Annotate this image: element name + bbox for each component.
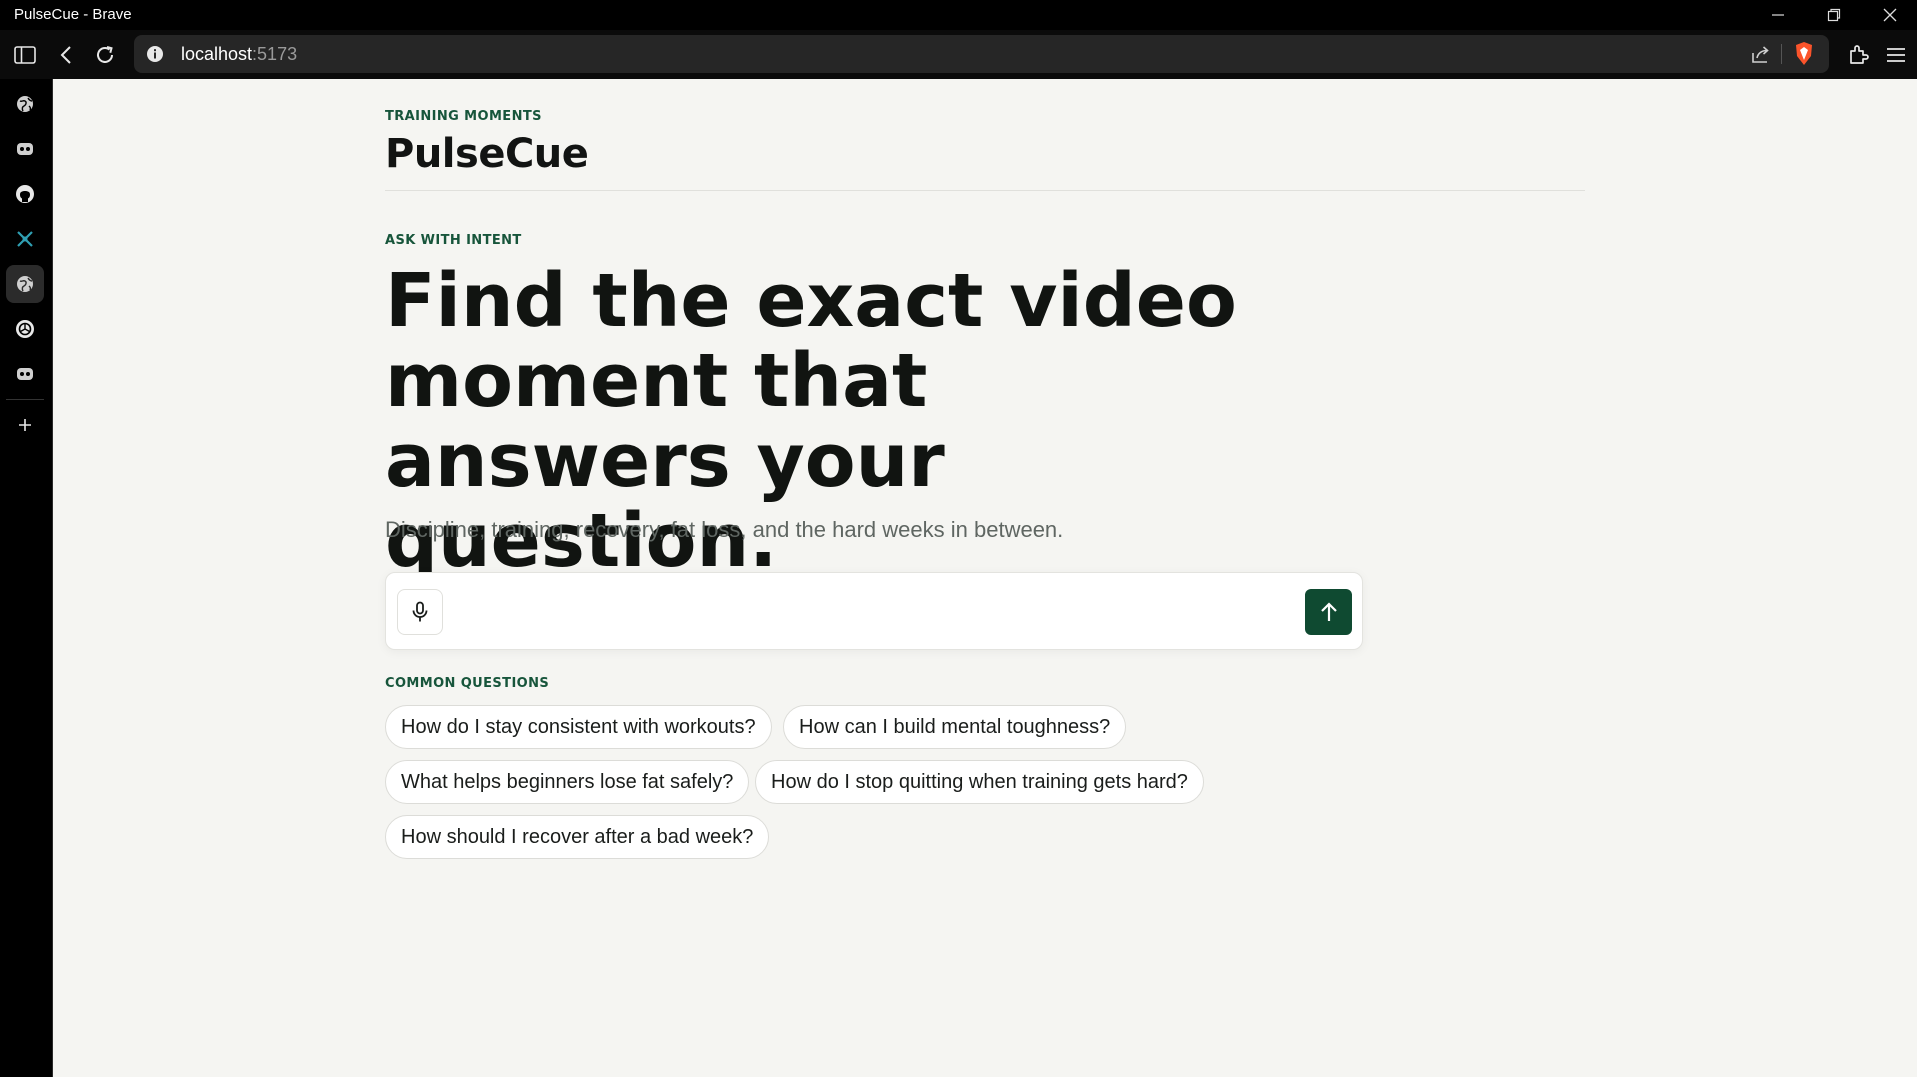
- question-chip[interactable]: How can I build mental toughness?: [783, 705, 1127, 749]
- address-bar[interactable]: localhost:5173: [134, 35, 1829, 73]
- sidebar-panel-icon: [14, 46, 36, 64]
- copilot-icon: [17, 368, 33, 380]
- sidebar-toggle-button[interactable]: [12, 42, 38, 68]
- site-info-icon[interactable]: [146, 45, 164, 68]
- menu-button[interactable]: [1883, 42, 1909, 68]
- perplexity-icon: [17, 231, 33, 247]
- back-arrow-icon: [60, 46, 71, 64]
- minimize-button[interactable]: [1750, 0, 1806, 30]
- hero-subtitle: Discipline, training, recovery, fat loss…: [385, 517, 1064, 542]
- sidebar-item-perplexity[interactable]: [6, 220, 44, 258]
- brave-shields-icon[interactable]: [1793, 41, 1815, 72]
- address-bar-separator: [1781, 44, 1782, 64]
- url-port: :5173: [252, 44, 298, 64]
- submit-question-button[interactable]: [1305, 589, 1352, 635]
- plus-icon: [19, 419, 31, 431]
- brand-title: PulseCue: [385, 131, 589, 177]
- back-button[interactable]: [54, 42, 80, 68]
- restore-icon: [1827, 8, 1841, 22]
- share-icon[interactable]: [1749, 43, 1771, 70]
- sidebar-item-globe-active[interactable]: [6, 265, 44, 303]
- question-chip[interactable]: How should I recover after a bad week?: [385, 815, 770, 859]
- sidebar-add-button[interactable]: [6, 406, 44, 444]
- page-viewport: TRAINING MOMENTS PulseCue ASK WITH INTEN…: [53, 79, 1917, 1077]
- globe-icon: [17, 276, 33, 292]
- restore-button[interactable]: [1806, 0, 1862, 30]
- voice-input-button[interactable]: [397, 589, 443, 635]
- question-search-box: [385, 572, 1363, 650]
- sidebar-item-globe[interactable]: [6, 85, 44, 123]
- header-divider: [385, 190, 1585, 191]
- sidebar-item-copilot[interactable]: [6, 130, 44, 168]
- openai-icon: [16, 320, 34, 338]
- microphone-icon: [412, 601, 428, 622]
- question-chip[interactable]: How do I stop quitting when training get…: [755, 760, 1204, 804]
- sidebar-item-copilot-2[interactable]: [6, 355, 44, 393]
- puzzle-icon: [1850, 45, 1869, 64]
- address-bar-url[interactable]: localhost:5173: [181, 44, 297, 65]
- window-titlebar: PulseCue - Brave: [0, 0, 1917, 30]
- close-window-button[interactable]: [1862, 0, 1917, 30]
- sidebar-divider: [6, 399, 44, 400]
- question-input[interactable]: [456, 591, 1270, 635]
- extensions-button[interactable]: [1846, 42, 1872, 68]
- browser-sidebar: [0, 79, 53, 1077]
- globe-icon: [17, 96, 33, 112]
- minimize-icon: [1772, 14, 1784, 16]
- question-chip[interactable]: How do I stay consistent with workouts?: [385, 705, 772, 749]
- common-questions-eyebrow: COMMON QUESTIONS: [385, 676, 550, 691]
- reload-button[interactable]: [92, 42, 118, 68]
- window-title: PulseCue - Brave: [14, 6, 132, 23]
- question-chip[interactable]: What helps beginners lose fat safely?: [385, 760, 750, 804]
- sidebar-item-github[interactable]: [6, 175, 44, 213]
- copilot-icon: [17, 143, 33, 155]
- github-icon: [16, 185, 34, 203]
- hamburger-menu-icon: [1887, 48, 1905, 62]
- arrow-up-icon: [1320, 602, 1337, 621]
- reload-icon: [97, 46, 113, 63]
- url-host: localhost: [181, 44, 253, 64]
- sidebar-item-openai[interactable]: [6, 310, 44, 348]
- brand-eyebrow: TRAINING MOMENTS: [385, 109, 542, 124]
- close-icon: [1883, 8, 1897, 22]
- hero-eyebrow: ASK WITH INTENT: [385, 233, 522, 248]
